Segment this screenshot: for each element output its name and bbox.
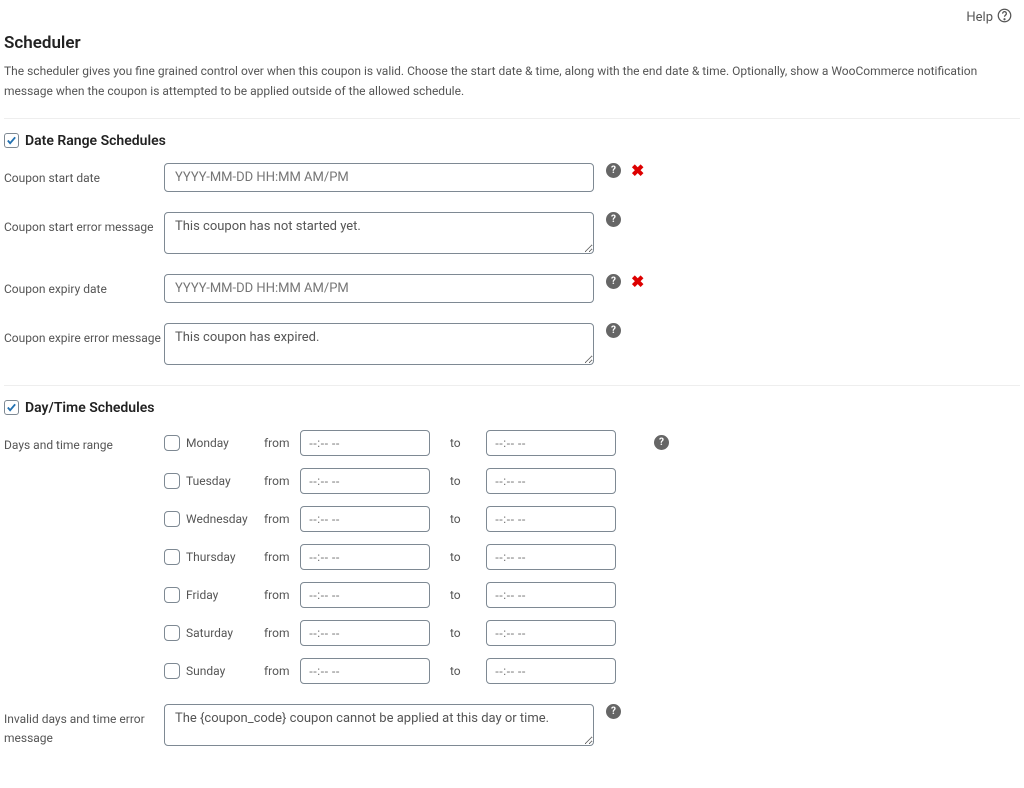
day-checkbox-sunday[interactable] xyxy=(164,663,180,679)
tooltip-icon[interactable]: ? xyxy=(654,435,669,450)
day-checkbox-wednesday[interactable] xyxy=(164,511,180,527)
coupon-start-error-input[interactable] xyxy=(164,212,594,254)
label-coupon-start-date: Coupon start date xyxy=(4,163,164,188)
section-title-date-range: Date Range Schedules xyxy=(25,133,166,149)
day-label: Tuesday xyxy=(186,474,264,488)
to-label: to xyxy=(450,626,486,640)
to-label: to xyxy=(450,588,486,602)
time-to-input-sunday[interactable] xyxy=(486,658,616,684)
label-coupon-expire-error: Coupon expire error message xyxy=(4,323,164,348)
day-row-tuesday: Tuesdayfrom to xyxy=(164,468,636,494)
section-title-day-time: Day/Time Schedules xyxy=(25,400,155,416)
day-checkbox-thursday[interactable] xyxy=(164,549,180,565)
time-from-input-sunday[interactable] xyxy=(300,658,430,684)
coupon-start-date-input[interactable] xyxy=(164,163,594,192)
time-from-input-thursday[interactable] xyxy=(300,544,430,570)
to-label: to xyxy=(450,436,486,450)
from-label: from xyxy=(264,626,300,640)
from-label: from xyxy=(264,588,300,602)
day-label: Friday xyxy=(186,588,264,602)
page-description: The scheduler gives you fine grained con… xyxy=(4,61,1020,102)
day-row-thursday: Thursdayfrom to xyxy=(164,544,636,570)
coupon-expire-error-input[interactable] xyxy=(164,323,594,365)
day-label: Wednesday xyxy=(186,512,264,526)
day-label: Monday xyxy=(186,436,264,450)
from-label: from xyxy=(264,436,300,450)
tooltip-icon[interactable]: ? xyxy=(606,704,621,719)
clear-expiry-date-icon[interactable]: ✖ xyxy=(631,274,644,290)
to-label: to xyxy=(450,512,486,526)
day-row-monday: Mondayfrom to xyxy=(164,430,636,456)
divider xyxy=(4,118,1020,119)
day-checkbox-monday[interactable] xyxy=(164,435,180,451)
label-coupon-expiry-date: Coupon expiry date xyxy=(4,274,164,299)
time-from-input-monday[interactable] xyxy=(300,430,430,456)
day-checkbox-friday[interactable] xyxy=(164,587,180,603)
day-time-toggle-checkbox[interactable] xyxy=(4,400,19,415)
tooltip-icon[interactable]: ? xyxy=(606,163,621,178)
day-row-friday: Fridayfrom to xyxy=(164,582,636,608)
from-label: from xyxy=(264,550,300,564)
time-to-input-tuesday[interactable] xyxy=(486,468,616,494)
tooltip-icon[interactable]: ? xyxy=(606,274,621,289)
day-label: Thursday xyxy=(186,550,264,564)
label-days-time-range: Days and time range xyxy=(4,430,164,455)
day-label: Saturday xyxy=(186,626,264,640)
page-title: Scheduler xyxy=(4,33,1020,53)
tooltip-icon[interactable]: ? xyxy=(606,323,621,338)
from-label: from xyxy=(264,512,300,526)
from-label: from xyxy=(264,474,300,488)
help-link[interactable]: Help xyxy=(966,10,993,25)
time-from-input-tuesday[interactable] xyxy=(300,468,430,494)
to-label: to xyxy=(450,474,486,488)
to-label: to xyxy=(450,664,486,678)
time-from-input-friday[interactable] xyxy=(300,582,430,608)
day-label: Sunday xyxy=(186,664,264,678)
from-label: from xyxy=(264,664,300,678)
day-row-sunday: Sundayfrom to xyxy=(164,658,636,684)
invalid-days-error-input[interactable] xyxy=(164,704,594,746)
help-icon[interactable] xyxy=(997,8,1012,27)
label-coupon-start-error: Coupon start error message xyxy=(4,212,164,237)
coupon-expiry-date-input[interactable] xyxy=(164,274,594,303)
time-to-input-thursday[interactable] xyxy=(486,544,616,570)
day-row-saturday: Saturdayfrom to xyxy=(164,620,636,646)
time-from-input-wednesday[interactable] xyxy=(300,506,430,532)
time-to-input-monday[interactable] xyxy=(486,430,616,456)
time-to-input-friday[interactable] xyxy=(486,582,616,608)
day-row-wednesday: Wednesdayfrom to xyxy=(164,506,636,532)
to-label: to xyxy=(450,550,486,564)
tooltip-icon[interactable]: ? xyxy=(606,212,621,227)
day-checkbox-tuesday[interactable] xyxy=(164,473,180,489)
day-checkbox-saturday[interactable] xyxy=(164,625,180,641)
date-range-toggle-checkbox[interactable] xyxy=(4,133,19,148)
clear-start-date-icon[interactable]: ✖ xyxy=(631,163,644,179)
time-to-input-wednesday[interactable] xyxy=(486,506,616,532)
label-invalid-days-error: Invalid days and time error message xyxy=(4,704,164,748)
time-to-input-saturday[interactable] xyxy=(486,620,616,646)
time-from-input-saturday[interactable] xyxy=(300,620,430,646)
divider xyxy=(4,385,1020,386)
